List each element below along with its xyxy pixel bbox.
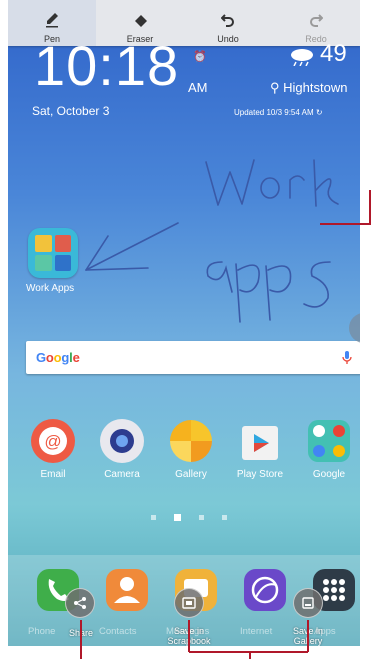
app-gallery[interactable]: Gallery bbox=[156, 418, 226, 480]
page-dot[interactable] bbox=[151, 515, 156, 520]
handwritten-annotation bbox=[85, 159, 339, 323]
app-label: Play Store bbox=[236, 469, 284, 480]
app-label: Camera bbox=[104, 469, 140, 480]
google-search-bar[interactable]: Google bbox=[26, 341, 360, 374]
app-label: Gallery bbox=[175, 469, 207, 480]
app-email[interactable]: @ Email bbox=[18, 418, 88, 480]
app-play-store[interactable]: Play Store bbox=[225, 418, 295, 480]
gallery-icon bbox=[168, 418, 214, 464]
page-dot[interactable] bbox=[199, 515, 204, 520]
google-logo-letter: g bbox=[61, 350, 70, 365]
google-logo-letter: G bbox=[36, 350, 46, 365]
google-folder-icon bbox=[306, 418, 352, 464]
home-page-dot[interactable] bbox=[174, 514, 181, 521]
phone-screen: Pen Eraser Undo Redo 10:18 ⏰ AM Sat, Oct… bbox=[8, 0, 360, 646]
email-icon: @ bbox=[30, 418, 76, 464]
app-label: Google bbox=[312, 469, 346, 480]
camera-icon bbox=[99, 418, 145, 464]
google-logo-letter: e bbox=[72, 350, 80, 365]
page-indicator bbox=[151, 514, 227, 521]
callout-line bbox=[320, 223, 371, 225]
google-logo-letter: o bbox=[45, 350, 54, 365]
app-label: Email bbox=[40, 469, 66, 480]
app-google-folder[interactable]: Google bbox=[294, 418, 360, 480]
play-store-icon bbox=[237, 418, 283, 464]
callout-lines-bottom bbox=[80, 620, 309, 659]
microphone-icon[interactable] bbox=[342, 350, 352, 365]
app-camera[interactable]: Camera bbox=[87, 418, 157, 480]
svg-text:@: @ bbox=[44, 432, 61, 451]
page-dot[interactable] bbox=[222, 515, 227, 520]
google-logo: Google bbox=[36, 350, 80, 365]
